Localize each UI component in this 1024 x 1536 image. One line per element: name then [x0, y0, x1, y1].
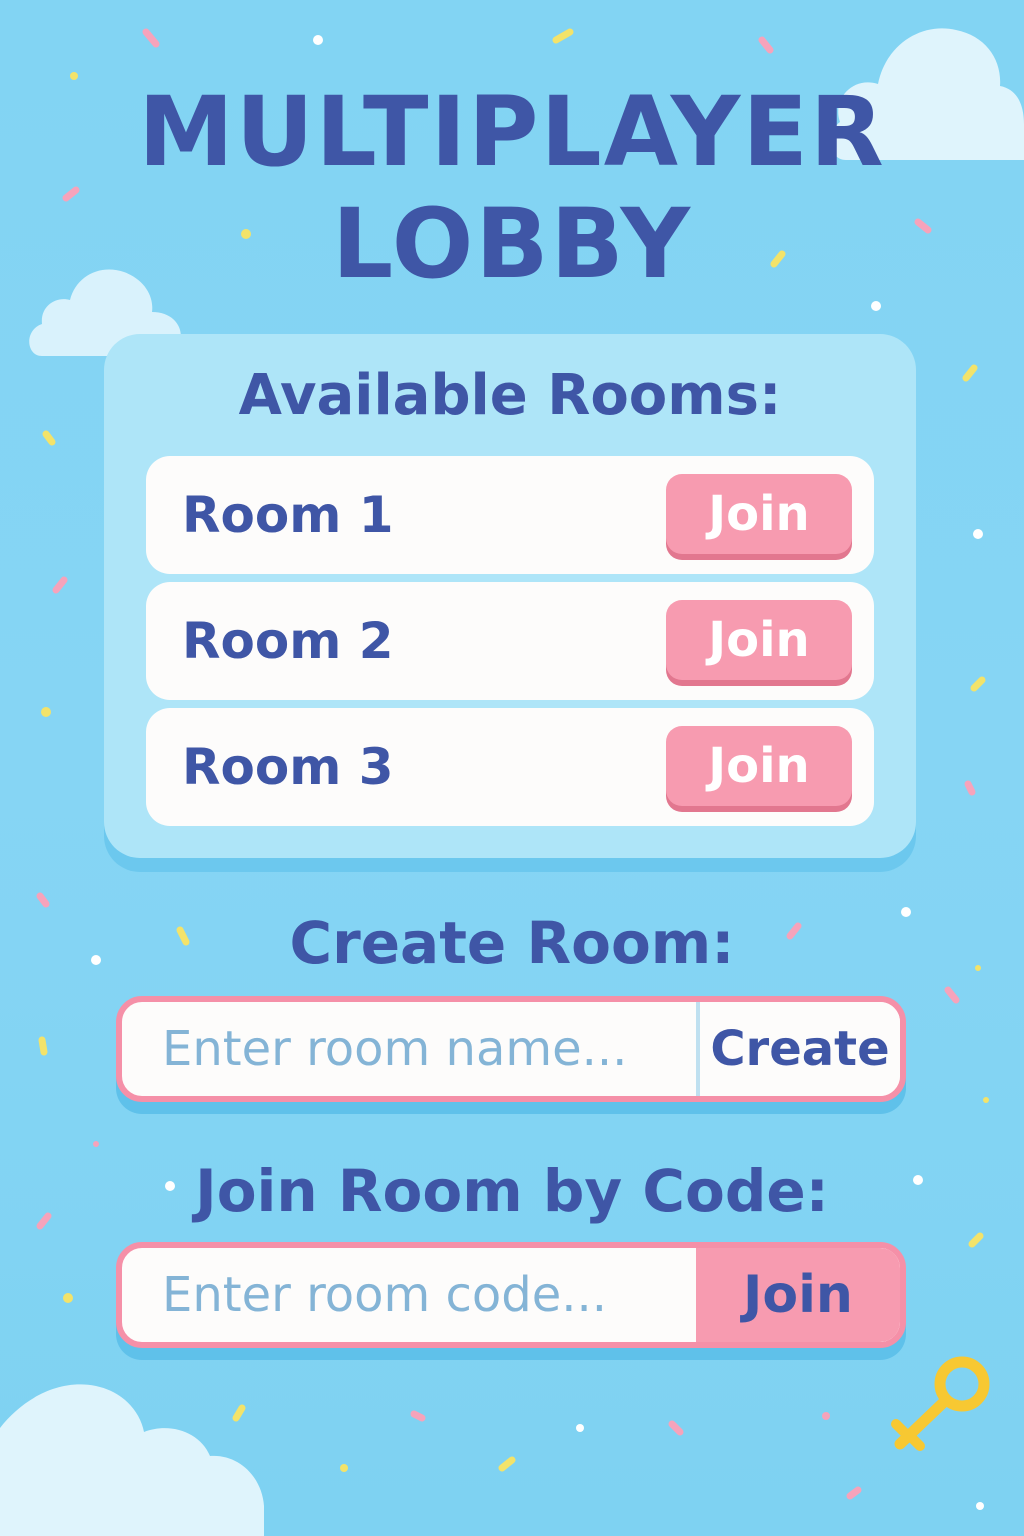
- key-icon: [891, 1356, 990, 1451]
- room-code-input[interactable]: [122, 1248, 696, 1342]
- cloud-icon: [0, 1384, 264, 1536]
- available-rooms-heading: Available Rooms:: [238, 363, 782, 428]
- join-room-2-button[interactable]: Join: [666, 600, 852, 680]
- create-room-form: Create: [116, 996, 906, 1102]
- join-by-code-button[interactable]: Join: [696, 1248, 900, 1342]
- room-name: Room 2: [182, 612, 394, 670]
- room-name-input[interactable]: [122, 1002, 696, 1096]
- room-list-item: Room 2 Join: [146, 582, 874, 700]
- join-by-code-form: Join: [116, 1242, 906, 1348]
- page-subtitle: LOBBY: [332, 188, 692, 300]
- join-by-code-heading: Join Room by Code:: [195, 1157, 829, 1225]
- join-room-1-button[interactable]: Join: [666, 474, 852, 554]
- join-room-3-button[interactable]: Join: [666, 726, 852, 806]
- page-title: MULTIPLAYER: [138, 76, 886, 188]
- room-name: Room 3: [182, 738, 394, 796]
- available-rooms-panel: Available Rooms: Room 1 Join Room 2 Join…: [104, 334, 916, 858]
- room-list-item: Room 3 Join: [146, 708, 874, 826]
- room-name: Room 1: [182, 486, 394, 544]
- room-list-item: Room 1 Join: [146, 456, 874, 574]
- create-room-button[interactable]: Create: [700, 1002, 900, 1096]
- create-room-heading: Create Room:: [289, 909, 735, 977]
